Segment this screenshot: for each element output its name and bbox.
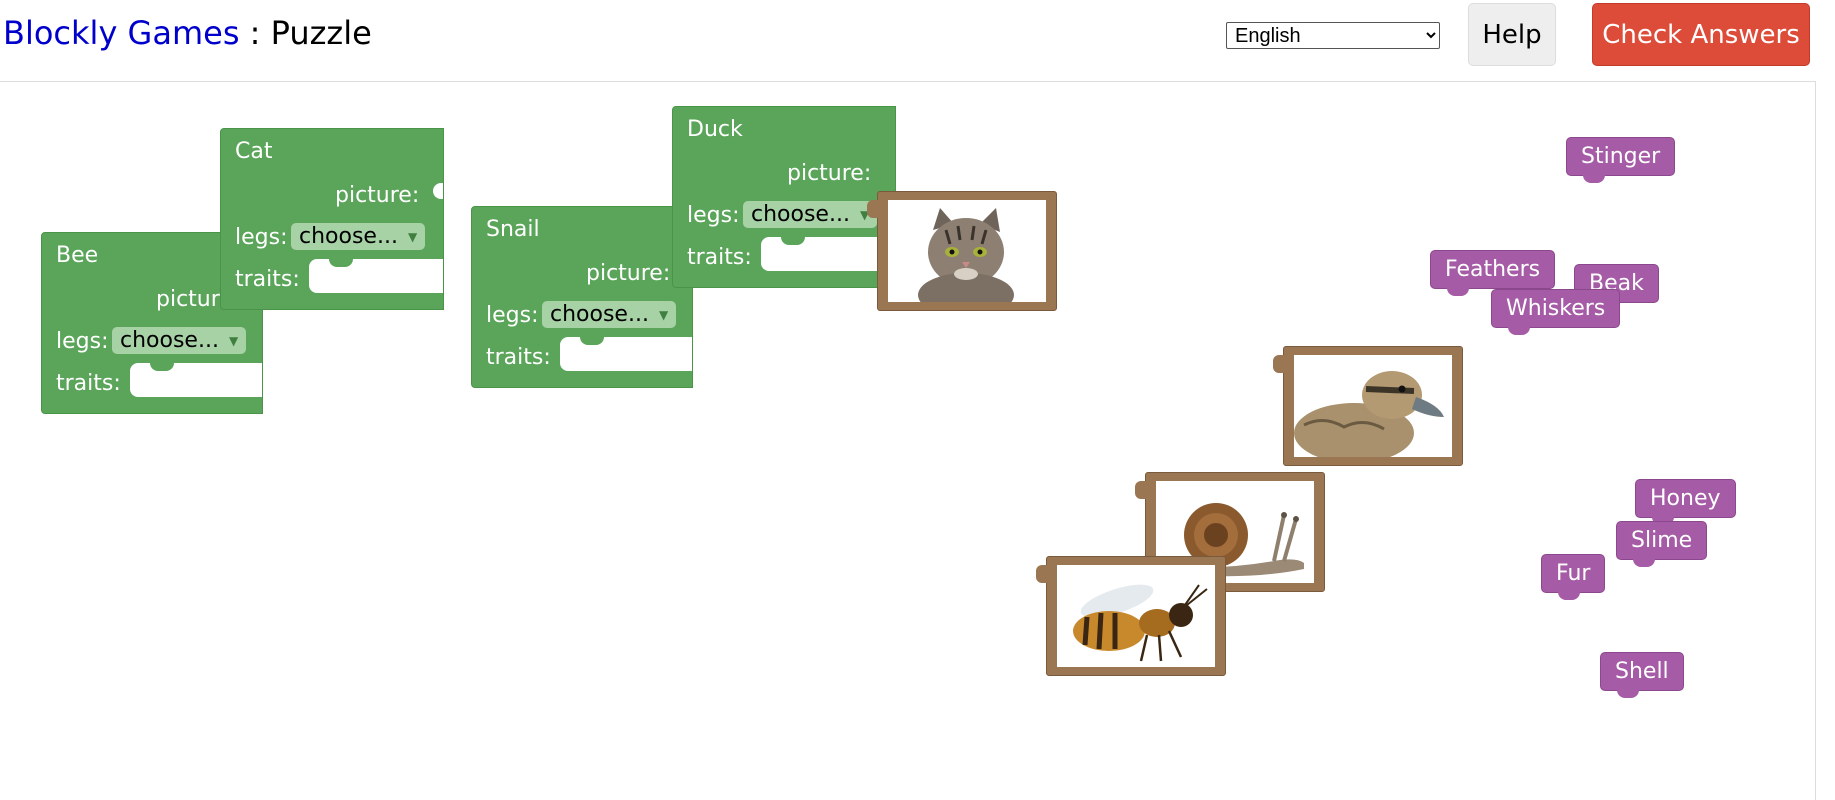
- trait-label: Honey: [1650, 486, 1721, 511]
- picture-tab: [867, 200, 878, 218]
- traits-slot[interactable]: [309, 258, 443, 293]
- traits-slot[interactable]: [130, 362, 262, 397]
- trait-block-feathers[interactable]: Feathers: [1430, 250, 1556, 296]
- animal-name: Bee: [56, 243, 99, 268]
- trait-tab: [1617, 690, 1639, 698]
- blockly-games-link[interactable]: Blockly Games: [3, 14, 239, 52]
- trait-tab: [1633, 559, 1655, 567]
- picture-label: picture:: [787, 161, 872, 186]
- trait-label: Feathers: [1445, 257, 1541, 282]
- trait-label: Fur: [1556, 561, 1591, 586]
- picture-frame: [888, 200, 1046, 302]
- trait-tab: [1508, 327, 1530, 335]
- traits-label: traits:: [56, 371, 121, 396]
- traits-label: traits:: [687, 245, 752, 270]
- blockly-workspace[interactable]: Bee picture: legs: choose... ▼ traits: Ca…: [0, 81, 1816, 800]
- trait-label: Whiskers: [1506, 296, 1606, 321]
- traits-label: traits:: [486, 345, 551, 370]
- picture-block-cat[interactable]: [867, 191, 1057, 311]
- title-separator: :: [239, 14, 271, 52]
- cat-image: [918, 208, 1014, 302]
- picture-tab: [1135, 481, 1146, 499]
- picture-block-bee[interactable]: [1036, 556, 1226, 676]
- legs-dropdown[interactable]: choose... ▼: [291, 223, 426, 250]
- language-select[interactable]: English: [1226, 22, 1440, 49]
- trait-block-shell[interactable]: Shell: [1600, 652, 1684, 698]
- legs-label: legs:: [687, 203, 740, 228]
- check-answers-button[interactable]: Check Answers: [1592, 3, 1810, 66]
- animal-name: Snail: [486, 217, 540, 242]
- picture-label: picture:: [586, 261, 671, 286]
- page-title: Blockly Games : Puzzle: [3, 14, 372, 52]
- trait-label: Shell: [1615, 659, 1669, 684]
- help-button[interactable]: Help: [1468, 3, 1556, 66]
- trait-tab: [1558, 592, 1580, 600]
- dropdown-value: choose...: [550, 302, 649, 327]
- legs-dropdown[interactable]: choose... ▼: [743, 201, 878, 228]
- dropdown-value: choose...: [299, 224, 398, 249]
- slot-notch: [150, 362, 174, 371]
- dropdown-value: choose...: [120, 328, 219, 353]
- traits-slot[interactable]: [560, 336, 692, 371]
- trait-block-honey[interactable]: Honey: [1635, 479, 1736, 525]
- slot-notch: [781, 236, 805, 245]
- picture-socket: [433, 183, 443, 199]
- animal-block-duck[interactable]: Duck picture: legs: choose... ▼ traits:: [672, 106, 896, 288]
- puzzle-title: Puzzle: [270, 14, 372, 52]
- trait-block-whiskers[interactable]: Whiskers: [1491, 289, 1621, 335]
- legs-dropdown[interactable]: choose... ▼: [542, 301, 677, 328]
- dropdown-arrow-icon: ▼: [407, 230, 418, 244]
- header: Blockly Games : Puzzle English Help Chec…: [0, 0, 1835, 80]
- dropdown-arrow-icon: ▼: [658, 308, 669, 322]
- legs-label: legs:: [56, 329, 109, 354]
- slot-notch: [580, 336, 604, 345]
- legs-dropdown[interactable]: choose... ▼: [112, 327, 247, 354]
- traits-slot[interactable]: [761, 236, 895, 271]
- animal-block-snail[interactable]: Snail picture: legs: choose... ▼ traits:: [471, 206, 693, 388]
- picture-label: picture:: [335, 183, 420, 208]
- animal-name: Cat: [235, 139, 273, 164]
- trait-block-stinger[interactable]: Stinger: [1566, 137, 1676, 183]
- animal-name: Duck: [687, 117, 743, 142]
- bee-image: [1073, 584, 1208, 662]
- dropdown-value: choose...: [751, 202, 850, 227]
- picture-tab: [1036, 565, 1047, 583]
- legs-label: legs:: [235, 225, 288, 250]
- picture-tab: [1273, 355, 1284, 373]
- slot-notch: [329, 258, 353, 267]
- animal-block-cat[interactable]: Cat picture: legs: choose... ▼ traits:: [220, 128, 444, 310]
- trait-block-fur[interactable]: Fur: [1541, 554, 1606, 600]
- dropdown-arrow-icon: ▼: [228, 334, 239, 348]
- picture-frame: [1057, 565, 1215, 667]
- duck-image: [1294, 371, 1444, 457]
- picture-frame: [1294, 355, 1452, 457]
- trait-tab: [1583, 175, 1605, 183]
- trait-block-slime[interactable]: Slime: [1616, 521, 1708, 567]
- trait-label: Slime: [1631, 528, 1693, 553]
- picture-block-duck[interactable]: [1273, 346, 1463, 466]
- traits-label: traits:: [235, 267, 300, 292]
- trait-tab: [1447, 288, 1469, 296]
- legs-label: legs:: [486, 303, 539, 328]
- trait-label: Stinger: [1581, 144, 1661, 169]
